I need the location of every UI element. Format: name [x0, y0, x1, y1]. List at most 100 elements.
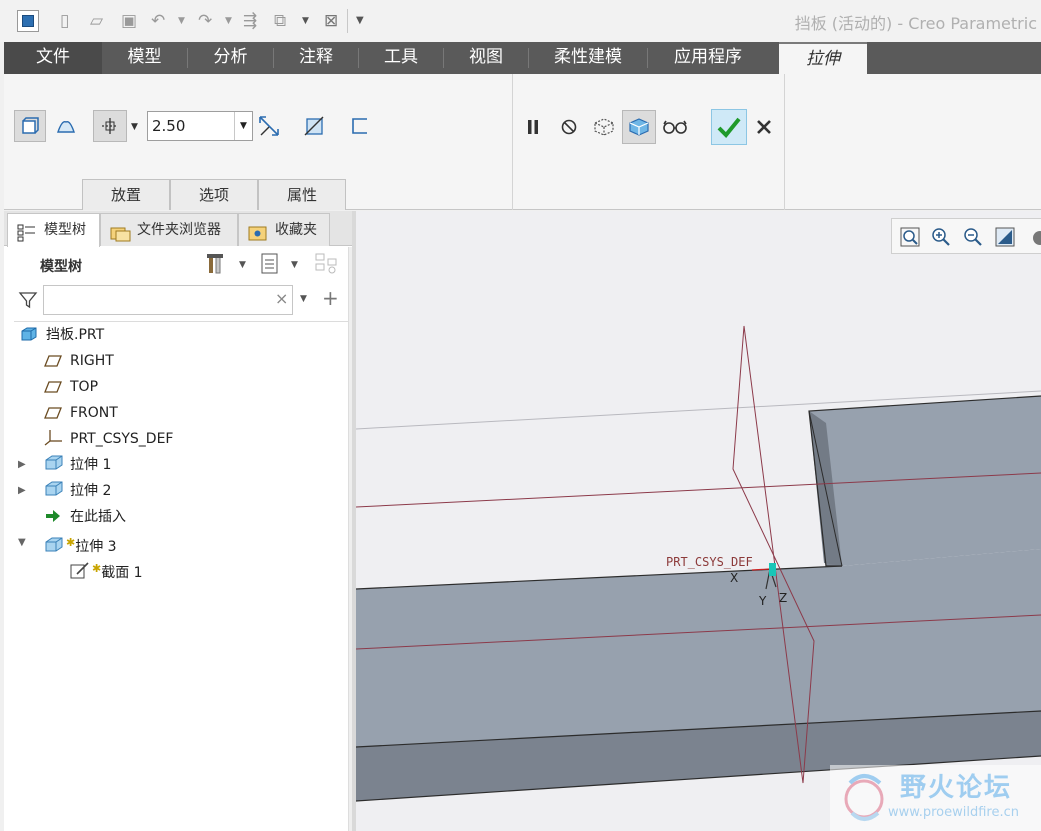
redo-icon[interactable]: ↷ — [198, 11, 212, 31]
csys-label: PRT_CSYS_DEF — [666, 555, 753, 569]
watermark-logo-icon — [844, 774, 884, 821]
switch-window-icon[interactable]: ⧉ — [274, 11, 286, 31]
column-settings-icon[interactable] — [314, 252, 340, 281]
subtab-options[interactable]: 选项 — [170, 179, 258, 210]
tree-item-insert-here[interactable]: 在此插入 — [44, 505, 126, 529]
filter-dropdown-icon[interactable]: ▼ — [300, 294, 307, 304]
ribbon-divider — [784, 74, 785, 210]
thicken-icon[interactable] — [344, 110, 376, 142]
csys-origin-marker — [769, 563, 776, 576]
tree-settings-dropdown-icon[interactable]: ▼ — [239, 260, 246, 270]
expand-arrow-icon[interactable]: ▶ — [18, 479, 30, 503]
csys-x-label: X — [730, 571, 738, 585]
tree-item-label: PRT_CSYS_DEF — [70, 431, 174, 447]
glasses-icon[interactable] — [659, 111, 691, 143]
undo-dropdown-icon[interactable]: ▼ — [178, 11, 185, 31]
navtab-label: 模型树 — [44, 222, 86, 238]
tree-item-label: 在此插入 — [70, 509, 126, 525]
subtab-properties[interactable]: 属性 — [258, 179, 346, 210]
tab-file[interactable]: 文件 — [4, 42, 102, 74]
close-window-icon[interactable]: ⊠ — [324, 11, 338, 31]
tree-item-label: 截面 1 — [101, 565, 143, 581]
ribbon-divider — [512, 74, 513, 210]
navtab-favorites[interactable]: 收藏夹 — [238, 213, 330, 246]
zoom-out-icon[interactable] — [962, 226, 984, 248]
navtab-folder-browser[interactable]: 文件夹浏览器 — [100, 213, 238, 246]
tab-extrude[interactable]: 拉伸 — [779, 42, 867, 74]
tree-item-root[interactable]: 挡板.PRT — [20, 323, 104, 347]
tree-item-label: 拉伸 3 — [75, 539, 117, 555]
display-style-icon[interactable] — [1026, 226, 1041, 248]
tree-item-section-1[interactable]: ✱截面 1 — [70, 557, 143, 581]
view-toolbar — [891, 218, 1041, 254]
expand-arrow-icon[interactable]: ▶ — [18, 453, 30, 477]
attach-preview-icon[interactable] — [588, 111, 620, 143]
tree-filter-input[interactable] — [43, 285, 293, 315]
watermark-url: www.proewildfire.cn — [888, 805, 1019, 820]
dashboard-subtabs: 放置 选项 属性 — [82, 179, 346, 210]
open-file-icon[interactable]: ▱ — [90, 11, 103, 31]
depth-input[interactable] — [148, 112, 234, 140]
depth-option-dropdown-icon[interactable]: ▼ — [131, 122, 138, 132]
filter-funnel-icon[interactable] — [18, 290, 38, 314]
no-preview-icon[interactable] — [553, 111, 585, 143]
tab-analysis[interactable]: 分析 — [188, 42, 273, 74]
repaint-icon[interactable] — [994, 226, 1016, 248]
clear-filter-icon[interactable]: × — [275, 289, 288, 308]
zoom-in-icon[interactable] — [930, 226, 952, 248]
graphics-viewport[interactable]: PRT_CSYS_DEF X Y Z — [356, 211, 1041, 831]
redo-dropdown-icon[interactable]: ▼ — [225, 11, 232, 31]
verify-preview-icon[interactable] — [622, 110, 656, 144]
tree-filter-row: × ▼ + — [4, 283, 354, 317]
save-icon[interactable]: ▣ — [121, 11, 137, 31]
tab-applications[interactable]: 应用程序 — [648, 42, 768, 74]
flip-direction-icon[interactable] — [253, 110, 285, 142]
tab-flexible-modeling[interactable]: 柔性建模 — [529, 42, 647, 74]
app-logo-icon[interactable] — [17, 10, 39, 32]
regenerate-icon[interactable]: ⇶ — [243, 11, 257, 31]
show-list-icon[interactable] — [260, 252, 280, 281]
show-list-dropdown-icon[interactable]: ▼ — [291, 260, 298, 270]
surface-extrude-icon[interactable] — [50, 110, 82, 142]
cancel-x-icon[interactable] — [748, 111, 780, 143]
depth-dropdown-icon[interactable]: ▼ — [234, 112, 252, 140]
window-title: 挡板 (活动的) - Creo Parametric — [794, 14, 1037, 33]
tree-item-extrude-1[interactable]: ▶ 拉伸 1 — [18, 453, 112, 477]
undo-icon[interactable]: ↶ — [151, 11, 165, 31]
tab-model[interactable]: 模型 — [102, 42, 187, 74]
navtab-label: 文件夹浏览器 — [137, 222, 221, 238]
collapse-arrow-icon[interactable]: ▼ — [18, 531, 30, 555]
tree-item-extrude-2[interactable]: ▶ 拉伸 2 — [18, 479, 111, 503]
tree-item-label: 拉伸 1 — [70, 457, 112, 473]
blind-depth-icon[interactable] — [93, 110, 127, 142]
tree-settings-icon[interactable] — [206, 252, 230, 281]
model-scene[interactable]: PRT_CSYS_DEF X Y Z — [356, 211, 1041, 831]
tree-item-csys[interactable]: PRT_CSYS_DEF — [44, 427, 173, 451]
subtab-placement[interactable]: 放置 — [82, 179, 170, 210]
tab-annotate[interactable]: 注释 — [274, 42, 358, 74]
tree-item-label: TOP — [70, 379, 99, 395]
tree-item-top-plane[interactable]: TOP — [44, 375, 98, 399]
active-feature-star-icon: ✱ — [92, 562, 102, 575]
solid-extrude-icon[interactable] — [14, 110, 46, 142]
depth-combo[interactable]: ▼ — [147, 111, 253, 141]
switch-window-dropdown-icon[interactable]: ▼ — [302, 11, 309, 31]
sketch-section-icon — [70, 562, 90, 579]
favorites-icon — [248, 222, 268, 241]
tab-view[interactable]: 视图 — [444, 42, 528, 74]
forum-watermark: 野火论坛 www.proewildfire.cn — [830, 765, 1041, 831]
navtab-model-tree[interactable]: 模型树 — [7, 213, 100, 247]
confirm-check-icon[interactable] — [711, 109, 747, 145]
tab-tools[interactable]: 工具 — [359, 42, 443, 74]
title-bar: ▯ ▱ ▣ ↶ ▼ ↷ ▼ ⇶ ⧉ ▼ ⊠ ▼ 挡板 (活动的) - Creo … — [0, 0, 1041, 42]
remove-material-icon[interactable] — [298, 110, 330, 142]
tree-item-right-plane[interactable]: RIGHT — [44, 349, 114, 373]
tree-item-front-plane[interactable]: FRONT — [44, 401, 118, 425]
refit-icon[interactable] — [899, 226, 921, 248]
active-feature-star-icon: ✱ — [66, 536, 76, 549]
new-file-icon[interactable]: ▯ — [60, 11, 69, 31]
pause-icon[interactable] — [517, 111, 549, 143]
tree-item-extrude-3[interactable]: ▼ ✱拉伸 3 — [18, 531, 117, 555]
add-filter-icon[interactable]: + — [322, 286, 339, 310]
customize-icon[interactable]: ▼ — [356, 11, 364, 31]
